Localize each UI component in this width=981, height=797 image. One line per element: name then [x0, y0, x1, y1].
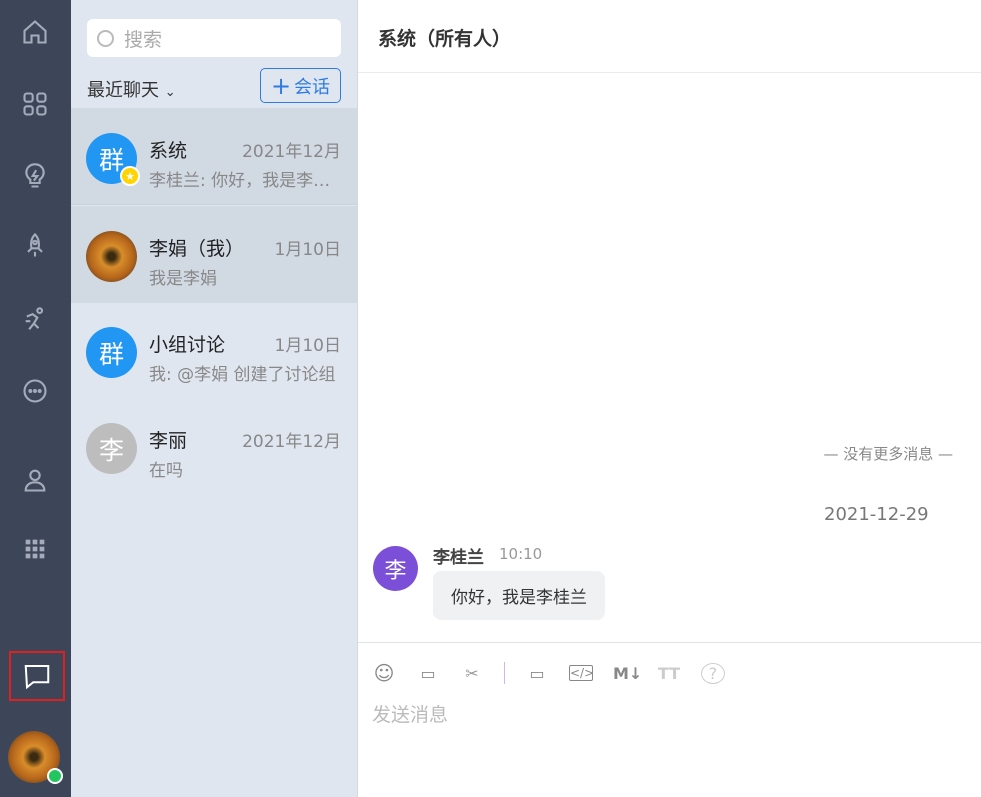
markdown-icon[interactable]: M↓	[613, 664, 642, 683]
user-photo-avatar	[86, 231, 137, 282]
conversation-time: 2021年12月	[242, 142, 341, 162]
chat-bubble-icon	[24, 665, 50, 690]
online-status-dot	[47, 768, 63, 784]
conversation-item[interactable]: 群 ★ 系统 2021年12月 李桂兰: 你好，我是李桂兰	[71, 108, 357, 205]
font-size-icon[interactable]: TT	[657, 664, 681, 683]
conversation-time: 1月10日	[274, 336, 341, 356]
conversation-item[interactable]: 李娟（我） 1月10日 我是李娟	[71, 206, 357, 303]
conversation-time: 1月10日	[274, 240, 341, 260]
conversation-name: 李娟（我）	[149, 238, 245, 260]
more-icon[interactable]	[17, 373, 53, 409]
lightbulb-icon[interactable]	[17, 158, 53, 194]
apps-grid-icon[interactable]	[17, 86, 53, 122]
no-more-messages: — 没有更多消息 —	[823, 445, 953, 463]
conversation-name: 系统	[149, 140, 188, 162]
new-conversation-button[interactable]: + 会话	[260, 68, 341, 103]
conversation-time: 2021年12月	[242, 432, 341, 452]
star-badge-icon: ★	[120, 166, 140, 186]
conversation-list: 搜索 最近聊天 ⌄ + 会话 群 ★ 系统 2021年12月 李桂兰: 你好，我是…	[71, 0, 358, 797]
group-avatar: 群	[86, 327, 137, 378]
chat-button[interactable]	[9, 651, 65, 701]
chevron-down-icon: ⌄	[164, 85, 176, 100]
help-icon[interactable]: ?	[701, 662, 725, 684]
scissors-icon[interactable]: ✂	[460, 664, 484, 683]
sender-name: 李桂兰	[433, 548, 484, 568]
date-divider: 2021-12-29	[824, 504, 929, 525]
plus-icon: +	[270, 71, 292, 100]
search-input[interactable]: 搜索	[87, 19, 341, 57]
image-icon[interactable]: ▭	[416, 664, 440, 683]
conversation-name: 李丽	[149, 430, 188, 452]
search-icon	[97, 29, 114, 47]
folder-icon[interactable]: ▭	[525, 664, 549, 683]
user-avatar: 李	[86, 423, 137, 474]
conversation-preview: 我是李娟	[149, 269, 217, 289]
conversation-name: 小组讨论	[149, 334, 226, 356]
recent-chats-dropdown[interactable]: 最近聊天 ⌄	[87, 76, 176, 102]
app-launcher-icon[interactable]	[17, 531, 53, 567]
message-time: 10:10	[499, 545, 543, 563]
conversation-preview: 李桂兰: 你好，我是李桂兰	[149, 171, 344, 191]
composer-toolbar: ☺ ▭ ✂ ▭ </> M↓ TT ?	[372, 661, 725, 685]
conversation-preview: 在吗	[149, 461, 183, 481]
emoji-icon[interactable]: ☺	[372, 661, 396, 685]
code-icon[interactable]: </>	[569, 665, 594, 681]
conversation-item[interactable]: 李 李丽 2021年12月 在吗	[71, 398, 357, 495]
rocket-icon[interactable]	[17, 228, 53, 264]
conversation-preview: 我: @李娟 创建了讨论组	[149, 365, 336, 385]
new-button-label: 会话	[294, 76, 331, 98]
conversation-item[interactable]: 群 小组讨论 1月10日 我: @李娟 创建了讨论组	[71, 302, 357, 399]
message-input[interactable]: 发送消息	[372, 700, 448, 727]
contacts-icon[interactable]	[17, 462, 53, 498]
message-bubble: 你好，我是李桂兰	[433, 571, 605, 620]
filter-label: 最近聊天	[87, 80, 159, 101]
home-icon[interactable]	[17, 14, 53, 50]
running-icon[interactable]	[17, 302, 53, 338]
nav-rail	[0, 0, 71, 797]
chat-panel: 系统（所有人） — 没有更多消息 — 2021-12-29 李 李桂兰 10:1…	[358, 0, 981, 797]
toolbar-divider	[504, 662, 505, 684]
search-placeholder: 搜索	[124, 28, 163, 51]
chat-title: 系统（所有人）	[358, 0, 981, 73]
composer: ☺ ▭ ✂ ▭ </> M↓ TT ? 发送消息	[358, 642, 981, 797]
sender-avatar[interactable]: 李	[373, 546, 418, 591]
